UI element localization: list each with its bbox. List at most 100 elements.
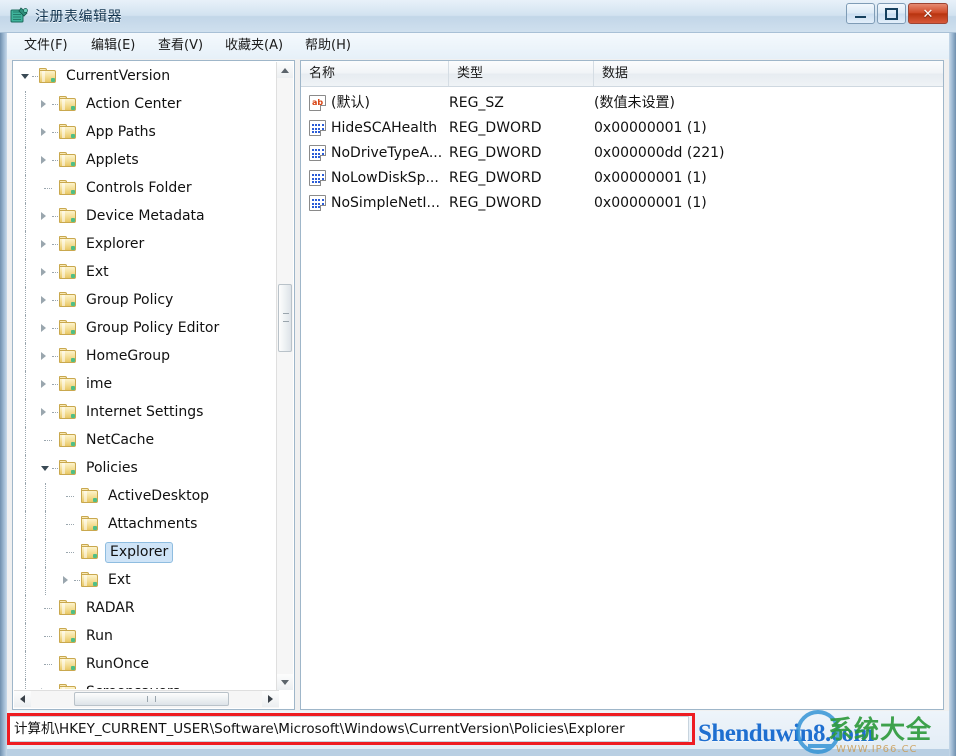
chevron-right-icon[interactable] bbox=[41, 128, 46, 136]
close-icon: ✕ bbox=[922, 5, 934, 21]
tree-connector-line bbox=[52, 300, 58, 302]
tree-node[interactable]: Explorer bbox=[13, 539, 278, 567]
tree-node[interactable]: NetCache bbox=[13, 427, 278, 455]
tree-node[interactable]: Policies bbox=[13, 455, 278, 483]
folder-icon bbox=[59, 684, 78, 689]
chevron-right-icon[interactable] bbox=[41, 240, 46, 248]
folder-icon bbox=[59, 628, 78, 645]
tree-connector-line bbox=[52, 356, 58, 358]
tree-connector-line bbox=[52, 272, 58, 274]
chevron-right-icon[interactable] bbox=[41, 408, 46, 416]
chevron-down-icon[interactable] bbox=[21, 74, 29, 79]
menu-item-help[interactable]: 帮助(H) bbox=[298, 37, 358, 55]
folder-icon bbox=[59, 236, 78, 253]
tree-node[interactable]: Screensavers bbox=[13, 679, 278, 689]
tree-connector-line bbox=[52, 468, 58, 470]
tree-connector-line bbox=[52, 244, 58, 246]
value-data: (数值未设置) bbox=[594, 95, 675, 111]
tree-node[interactable]: Group Policy Editor bbox=[13, 315, 278, 343]
chevron-right-icon[interactable] bbox=[41, 380, 46, 388]
column-header-name[interactable]: 名称 bbox=[301, 61, 449, 86]
value-row[interactable]: NoDriveTypeA... REG_DWORD 0x000000dd (221) bbox=[301, 141, 943, 166]
tree-connector-line bbox=[66, 496, 74, 498]
tree-node[interactable]: Internet Settings bbox=[13, 399, 278, 427]
scroll-left-arrow[interactable] bbox=[14, 691, 31, 707]
tree-vertical-scroll-thumb[interactable] bbox=[278, 284, 292, 352]
tree-node-label: CurrentVersion bbox=[66, 68, 171, 84]
tree-node[interactable]: Group Policy bbox=[13, 287, 278, 315]
tree-connector-line bbox=[25, 567, 27, 595]
tree-node[interactable]: Device Metadata bbox=[13, 203, 278, 231]
chevron-down-icon[interactable] bbox=[41, 466, 49, 471]
scroll-down-arrow[interactable] bbox=[277, 674, 293, 690]
tree-node-label: Attachments bbox=[108, 516, 198, 532]
tree-connector-line bbox=[52, 384, 58, 386]
tree-node[interactable]: App Paths bbox=[13, 119, 278, 147]
tree-node[interactable]: Explorer bbox=[13, 231, 278, 259]
title-bar[interactable]: 注册表编辑器 ✕ bbox=[0, 0, 956, 33]
tree-vertical-scrollbar[interactable] bbox=[276, 62, 293, 690]
tree-connector-line bbox=[66, 552, 74, 554]
tree-node[interactable]: RADAR bbox=[13, 595, 278, 623]
folder-icon bbox=[81, 572, 100, 589]
value-row[interactable]: NoSimpleNetI... REG_DWORD 0x00000001 (1) bbox=[301, 191, 943, 216]
tree-node[interactable]: Ext bbox=[13, 259, 278, 287]
tree-node[interactable]: CurrentVersion bbox=[13, 63, 278, 91]
chevron-right-icon[interactable] bbox=[41, 352, 46, 360]
menu-item-file[interactable]: 文件(F) bbox=[17, 37, 75, 55]
chevron-right-icon[interactable] bbox=[41, 156, 46, 164]
tree-node-label: Applets bbox=[86, 152, 139, 168]
maximize-button[interactable] bbox=[877, 3, 906, 24]
tree-node[interactable]: Run bbox=[13, 623, 278, 651]
column-header-data[interactable]: 数据 bbox=[594, 61, 943, 86]
tree-horizontal-scroll-thumb[interactable] bbox=[74, 692, 229, 706]
values-column-header: 名称 类型 数据 bbox=[301, 61, 943, 87]
close-button[interactable]: ✕ bbox=[908, 3, 948, 24]
chevron-right-icon[interactable] bbox=[41, 296, 46, 304]
scroll-right-arrow[interactable] bbox=[262, 691, 279, 707]
tree-node[interactable]: Controls Folder bbox=[13, 175, 278, 203]
tree-horizontal-scrollbar[interactable] bbox=[14, 690, 279, 708]
tree-connector-line bbox=[32, 76, 38, 78]
status-path-field[interactable]: 计算机\HKEY_CURRENT_USER\Software\Microsoft… bbox=[9, 716, 689, 742]
tree-node-label: NetCache bbox=[86, 432, 155, 448]
chevron-right-icon[interactable] bbox=[41, 688, 46, 689]
registry-editor-window: 注册表编辑器 ✕ 文件(F) 编辑(E) 查看(V) 收藏夹(A) 帮助(H) … bbox=[0, 0, 956, 756]
menu-item-view[interactable]: 查看(V) bbox=[151, 37, 210, 55]
chevron-right-icon[interactable] bbox=[41, 268, 46, 276]
value-row[interactable]: NoLowDiskSp... REG_DWORD 0x00000001 (1) bbox=[301, 166, 943, 191]
tree-node-label: Explorer bbox=[105, 542, 174, 563]
tree-node[interactable]: RunOnce bbox=[13, 651, 278, 679]
minimize-button[interactable] bbox=[846, 3, 875, 24]
tree-node[interactable]: Ext bbox=[13, 567, 278, 595]
column-header-type[interactable]: 类型 bbox=[449, 61, 594, 86]
tree-connector-line bbox=[52, 104, 58, 106]
value-data: 0x00000001 (1) bbox=[594, 170, 707, 186]
tree-node[interactable]: HomeGroup bbox=[13, 343, 278, 371]
scroll-up-arrow[interactable] bbox=[277, 62, 293, 78]
folder-icon bbox=[59, 96, 78, 113]
tree-node[interactable]: ime bbox=[13, 371, 278, 399]
tree-node[interactable]: ActiveDesktop bbox=[13, 483, 278, 511]
chevron-right-icon[interactable] bbox=[41, 324, 46, 332]
tree-connector-line bbox=[25, 539, 27, 567]
folder-icon bbox=[59, 460, 78, 477]
dword-value-icon bbox=[309, 120, 326, 136]
folder-icon bbox=[59, 292, 78, 309]
folder-icon bbox=[59, 600, 78, 617]
tree-node-label: RADAR bbox=[86, 600, 135, 616]
tree-node[interactable]: Applets bbox=[13, 147, 278, 175]
chevron-right-icon[interactable] bbox=[41, 100, 46, 108]
registry-tree-scroll-area[interactable]: CurrentVersion Action Center App Paths Appl… bbox=[13, 61, 278, 689]
chevron-right-icon[interactable] bbox=[41, 212, 46, 220]
folder-icon bbox=[59, 376, 78, 393]
tree-node[interactable]: Attachments bbox=[13, 511, 278, 539]
folder-icon bbox=[59, 180, 78, 197]
value-row[interactable]: ab (默认) REG_SZ (数值未设置) bbox=[301, 91, 943, 116]
menu-item-favorites[interactable]: 收藏夹(A) bbox=[218, 37, 290, 55]
folder-icon bbox=[59, 320, 78, 337]
value-row[interactable]: HideSCAHealth REG_DWORD 0x00000001 (1) bbox=[301, 116, 943, 141]
chevron-right-icon[interactable] bbox=[63, 576, 68, 584]
menu-item-edit[interactable]: 编辑(E) bbox=[84, 37, 142, 55]
tree-node[interactable]: Action Center bbox=[13, 91, 278, 119]
